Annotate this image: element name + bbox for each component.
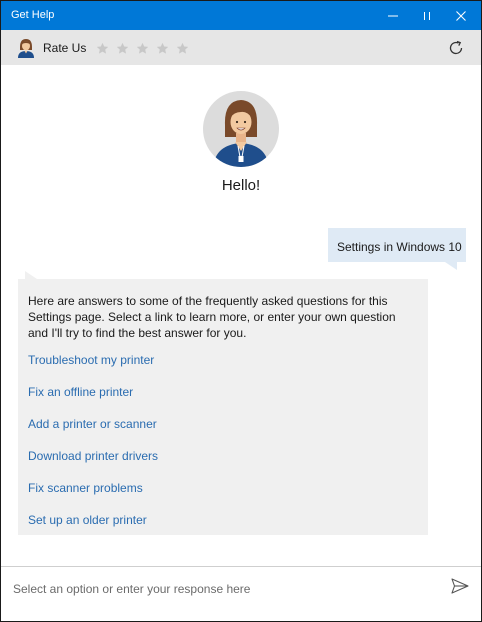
star-1[interactable] [92,38,112,58]
star-4[interactable] [152,38,172,58]
send-icon[interactable] [451,578,469,594]
agent-avatar [203,91,279,167]
link-troubleshoot-printer[interactable]: Troubleshoot my printer [28,352,418,384]
rate-us-label: Rate Us [43,41,87,55]
maximize-icon [424,11,430,20]
star-rating[interactable] [92,38,192,58]
bot-message-bubble: Here are answers to some of the frequent… [18,279,428,535]
close-icon [456,10,466,21]
response-input[interactable] [11,577,435,601]
title-bar[interactable]: Get Help [1,1,481,30]
star-icon [96,42,108,54]
minimize-icon [388,15,398,16]
link-set-up-older-printer[interactable]: Set up an older printer [28,512,418,544]
star-2[interactable] [112,38,132,58]
get-help-window: Get Help Rate Us Hello! Settings in Wind… [0,0,482,622]
agent-avatar-small-icon [18,39,34,58]
greeting-text: Hello! [221,177,261,194]
bot-bubble-tail [25,271,37,279]
star-icon [156,42,168,54]
link-download-printer-drivers[interactable]: Download printer drivers [28,448,418,480]
star-icon [136,42,148,54]
star-5[interactable] [172,38,192,58]
link-fix-scanner-problems[interactable]: Fix scanner problems [28,480,418,512]
response-bar [1,566,481,621]
bot-message-text: Here are answers to some of the frequent… [28,294,396,340]
link-fix-offline-printer[interactable]: Fix an offline printer [28,384,418,416]
star-icon [116,42,128,54]
refresh-icon[interactable] [447,39,465,57]
rating-bar: Rate Us [1,30,481,65]
link-add-printer-scanner[interactable]: Add a printer or scanner [28,416,418,448]
chat-area: Hello! Settings in Windows 10 Here are a… [1,65,481,566]
window-title: Get Help [11,9,55,21]
star-3[interactable] [132,38,152,58]
maximize-button[interactable] [409,1,445,30]
suggestion-links: Troubleshoot my printer Fix an offline p… [28,352,418,544]
close-button[interactable] [443,1,479,30]
user-bubble-tail [445,262,457,270]
star-icon [176,42,188,54]
user-message-bubble: Settings in Windows 10 [328,228,466,262]
minimize-button[interactable] [375,1,411,30]
